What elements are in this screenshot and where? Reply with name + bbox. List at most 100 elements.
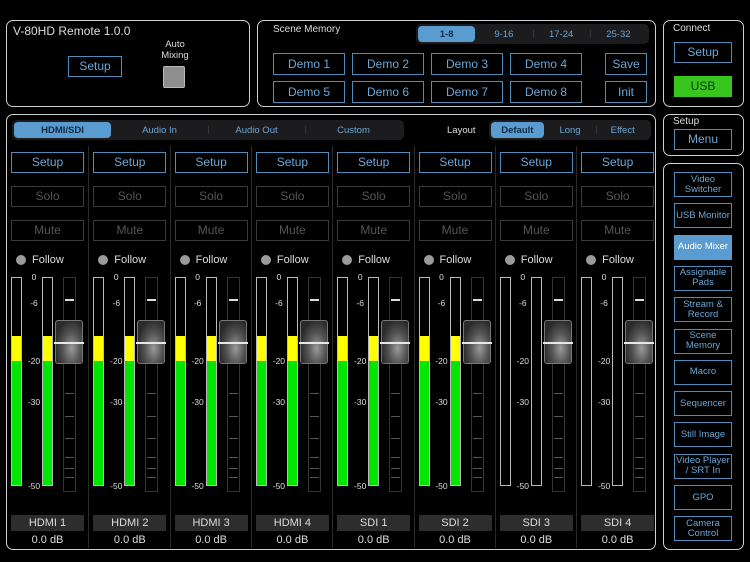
channel-setup-button[interactable]: Setup	[93, 152, 167, 173]
fader-knob[interactable]	[380, 320, 411, 364]
follow-toggle[interactable]: Follow	[504, 254, 553, 266]
channel-solo-button[interactable]: Solo	[93, 186, 167, 207]
fader-track[interactable]	[145, 277, 159, 492]
nav-stream-record[interactable]: Stream & Record	[674, 297, 732, 323]
follow-toggle[interactable]: Follow	[260, 254, 309, 266]
channel-mute-button[interactable]: Mute	[11, 220, 84, 241]
channel-mute-button[interactable]: Mute	[255, 220, 329, 241]
fader-tick	[65, 467, 74, 469]
fader-knob[interactable]	[54, 320, 84, 364]
channel-setup-button[interactable]: Setup	[255, 152, 329, 173]
scene-button[interactable]: Demo 2	[352, 53, 424, 75]
scene-init-button[interactable]: Init	[605, 81, 647, 103]
nav-video-player-srt-in[interactable]: Video Player / SRT In	[674, 453, 732, 479]
connect-panel: Connect Setup USB	[663, 20, 744, 107]
channel-setup-button[interactable]: Setup	[499, 152, 573, 173]
nav-assignable-pads[interactable]: Assignable Pads	[674, 265, 732, 291]
fader-track[interactable]	[389, 277, 403, 492]
channel-solo-button[interactable]: Solo	[337, 186, 411, 207]
channel-solo-button[interactable]: Solo	[418, 186, 492, 207]
follow-toggle[interactable]: Follow	[342, 254, 390, 266]
fader-tick	[228, 393, 238, 395]
scale-label: -6	[193, 297, 202, 308]
scene-save-button[interactable]: Save	[605, 53, 647, 75]
channel-name: SDI 3	[499, 515, 573, 531]
tab-audio-in[interactable]: Audio In	[111, 122, 208, 138]
scene-bank-1-8[interactable]: 1-8	[418, 26, 476, 42]
channel-solo-button[interactable]: Solo	[499, 186, 573, 207]
channel-solo-button[interactable]: Solo	[174, 186, 248, 207]
nav-sequencer[interactable]: Sequencer	[674, 391, 732, 417]
follow-toggle[interactable]: Follow	[16, 254, 64, 266]
nav-scene-memory[interactable]: Scene Memory	[674, 328, 732, 354]
nav-usb-monitor[interactable]: USB Monitor	[674, 203, 732, 229]
layout-long[interactable]: Long	[544, 122, 597, 138]
fader-knob[interactable]	[136, 320, 167, 364]
follow-label: Follow	[439, 254, 472, 266]
fader-knob[interactable]	[461, 320, 492, 364]
channel-mute-button[interactable]: Mute	[337, 220, 411, 241]
follow-toggle[interactable]: Follow	[179, 254, 228, 266]
scene-button[interactable]: Demo 5	[273, 81, 345, 103]
meter-left	[418, 277, 430, 486]
tab-custom[interactable]: Custom	[305, 122, 402, 138]
channel-setup-button[interactable]: Setup	[581, 152, 655, 173]
follow-toggle[interactable]: Follow	[423, 254, 472, 266]
menu-button[interactable]: Menu	[674, 129, 732, 150]
scene-button[interactable]: Demo 7	[431, 81, 503, 103]
meter-scale: 0 -6 -20 -30 -50	[187, 272, 209, 491]
tab-hdmi-sdi[interactable]: HDMI/SDI	[14, 122, 111, 138]
fader-knob[interactable]	[542, 320, 573, 364]
scene-button[interactable]: Demo 1	[273, 53, 345, 75]
channel-mute-button[interactable]: Mute	[418, 220, 492, 241]
scene-button[interactable]: Demo 6	[352, 81, 424, 103]
fader-track[interactable]	[470, 277, 484, 492]
nav-video-switcher[interactable]: Video Switcher	[674, 172, 732, 197]
channel-setup-button[interactable]: Setup	[174, 152, 248, 173]
fader-knob[interactable]	[217, 320, 248, 364]
scene-bank-9-16[interactable]: 9-16	[475, 26, 532, 42]
channel-setup-button[interactable]: Setup	[11, 152, 84, 173]
follow-toggle[interactable]: Follow	[98, 254, 146, 266]
scene-button[interactable]: Demo 8	[510, 81, 582, 103]
layout-effect[interactable]: Effect	[596, 122, 649, 138]
scene-button[interactable]: Demo 4	[510, 53, 582, 75]
usb-button[interactable]: USB	[674, 76, 732, 97]
channel-mute-button[interactable]: Mute	[581, 220, 655, 241]
channel-level: 0.0 dB	[357, 534, 390, 546]
fader-knob[interactable]	[624, 320, 655, 364]
channel-solo-button[interactable]: Solo	[255, 186, 329, 207]
channel-solo-button[interactable]: Solo	[581, 186, 655, 207]
channel-solo-button[interactable]: Solo	[11, 186, 84, 207]
tab-audio-out[interactable]: Audio Out	[208, 122, 305, 138]
follow-toggle[interactable]: Follow	[586, 254, 634, 266]
channel-mute-button[interactable]: Mute	[499, 220, 573, 241]
fader-track[interactable]	[633, 277, 647, 492]
nav-macro[interactable]: Macro	[674, 359, 732, 385]
channel-setup-button[interactable]: Setup	[418, 152, 492, 173]
nav-still-image[interactable]: Still Image	[674, 422, 732, 448]
fader-track[interactable]	[307, 277, 321, 492]
layout-default[interactable]: Default	[491, 122, 544, 138]
scene-button[interactable]: Demo 3	[431, 53, 503, 75]
channel-mute-button[interactable]: Mute	[174, 220, 248, 241]
nav-camera-control[interactable]: Camera Control	[674, 516, 732, 542]
auto-mixing-toggle[interactable]	[163, 66, 185, 88]
app-setup-button[interactable]: Setup	[68, 56, 122, 77]
scale-label: -6	[112, 297, 121, 308]
nav-audio-mixer[interactable]: Audio Mixer	[674, 234, 732, 260]
connect-setup-button[interactable]: Setup	[674, 42, 732, 63]
channel-setup-button[interactable]: Setup	[337, 152, 411, 173]
fader-tick	[635, 477, 645, 479]
channel-mute-button[interactable]: Mute	[93, 220, 167, 241]
fader-track[interactable]	[551, 277, 565, 492]
scene-bank-25-32[interactable]: 25-32	[589, 26, 647, 42]
fader-track[interactable]	[226, 277, 240, 492]
nav-gpo[interactable]: GPO	[674, 485, 732, 510]
fader-knob[interactable]	[298, 320, 329, 364]
follow-label: Follow	[195, 254, 228, 266]
fader-tick	[147, 467, 157, 469]
scene-bank-17-24[interactable]: 17-24	[532, 26, 590, 42]
fader-track[interactable]	[63, 277, 76, 492]
fader-tick	[147, 477, 157, 479]
